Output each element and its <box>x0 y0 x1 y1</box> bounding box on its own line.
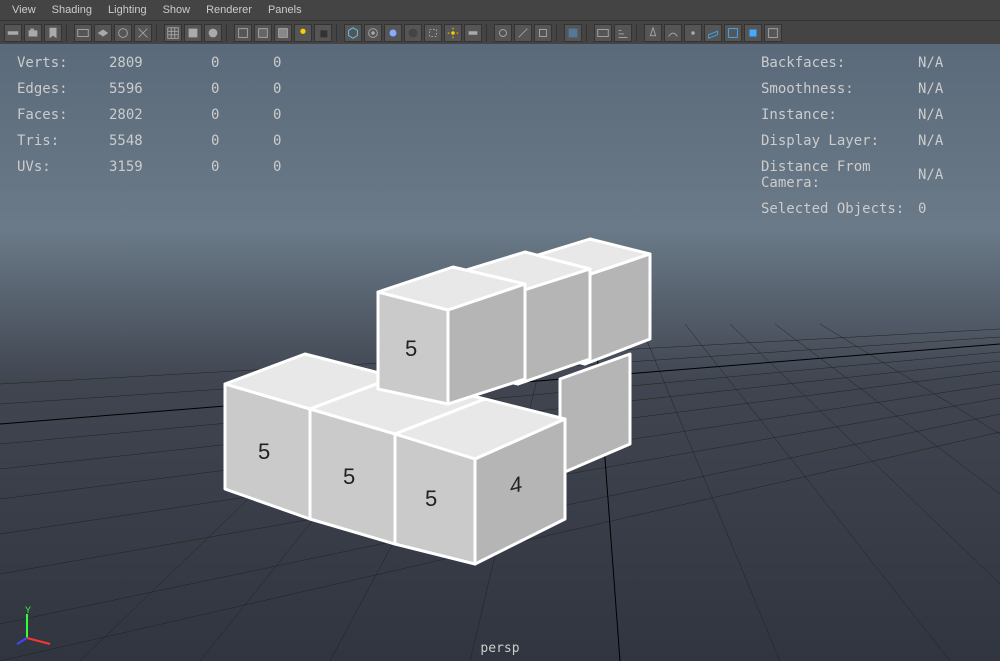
hud-icon[interactable] <box>594 24 612 42</box>
motion-blur-icon[interactable] <box>424 24 442 42</box>
shaded-icon[interactable] <box>254 24 272 42</box>
last-tool-icon[interactable] <box>764 24 782 42</box>
snap-plane-icon[interactable] <box>704 24 722 42</box>
view-transform-icon[interactable] <box>534 24 552 42</box>
cube-bottom-3: 5 4 <box>395 399 565 564</box>
wireframe-icon[interactable] <box>234 24 252 42</box>
bookmark-icon[interactable] <box>44 24 62 42</box>
xray-icon[interactable] <box>364 24 382 42</box>
svg-text:4: 4 <box>510 471 522 499</box>
use-lights-icon[interactable] <box>294 24 312 42</box>
film-origin-icon[interactable] <box>184 24 202 42</box>
gpu-cache-icon[interactable] <box>744 24 762 42</box>
gamma-icon[interactable] <box>514 24 532 42</box>
menu-renderer[interactable]: Renderer <box>198 4 260 16</box>
axis-gizmo[interactable]: Y <box>15 606 55 646</box>
snap-point-icon[interactable] <box>684 24 702 42</box>
svg-text:5: 5 <box>258 439 270 464</box>
grid-icon[interactable] <box>164 24 182 42</box>
menu-show[interactable]: Show <box>155 4 199 16</box>
textured-icon[interactable] <box>274 24 292 42</box>
menu-view[interactable]: View <box>4 4 44 16</box>
ao-icon[interactable] <box>404 24 422 42</box>
menu-shading[interactable]: Shading <box>44 4 100 16</box>
cube-top-left: 5 <box>378 267 525 404</box>
snap-view-icon[interactable] <box>724 24 742 42</box>
shadows-icon[interactable] <box>314 24 332 42</box>
multisample-icon[interactable] <box>444 24 462 42</box>
exposure-icon[interactable] <box>494 24 512 42</box>
safe-action-icon[interactable] <box>204 24 222 42</box>
cube-bottom-back <box>560 354 630 474</box>
snap-curve-icon[interactable] <box>664 24 682 42</box>
menu-panels[interactable]: Panels <box>260 4 310 16</box>
color-mgmt-icon[interactable] <box>464 24 482 42</box>
menu-lighting[interactable]: Lighting <box>100 4 155 16</box>
gate-mask-icon[interactable] <box>134 24 152 42</box>
renderer-icon[interactable] <box>564 24 582 42</box>
svg-text:5: 5 <box>425 486 437 511</box>
resolution-gate-icon[interactable] <box>114 24 132 42</box>
isolate-icon[interactable] <box>344 24 362 42</box>
svg-text:Y: Y <box>25 606 31 615</box>
viewport-toolbar <box>0 20 1000 44</box>
select-camera-icon[interactable] <box>4 24 22 42</box>
viewport[interactable]: Verts:280900 Edges:559600 Faces:280200 T… <box>0 44 1000 661</box>
camera-label: persp <box>480 641 519 656</box>
camera-icon[interactable] <box>24 24 42 42</box>
svg-text:5: 5 <box>343 464 355 489</box>
film-gate-icon[interactable] <box>94 24 112 42</box>
snap-icon[interactable] <box>644 24 662 42</box>
polycount-icon[interactable] <box>614 24 632 42</box>
svg-text:5: 5 <box>405 336 417 361</box>
image-plane-icon[interactable] <box>74 24 92 42</box>
scene-3d: 5 5 5 4 4 4 <box>0 44 1000 661</box>
xray-joints-icon[interactable] <box>384 24 402 42</box>
menu-bar: View Shading Lighting Show Renderer Pane… <box>0 0 1000 20</box>
